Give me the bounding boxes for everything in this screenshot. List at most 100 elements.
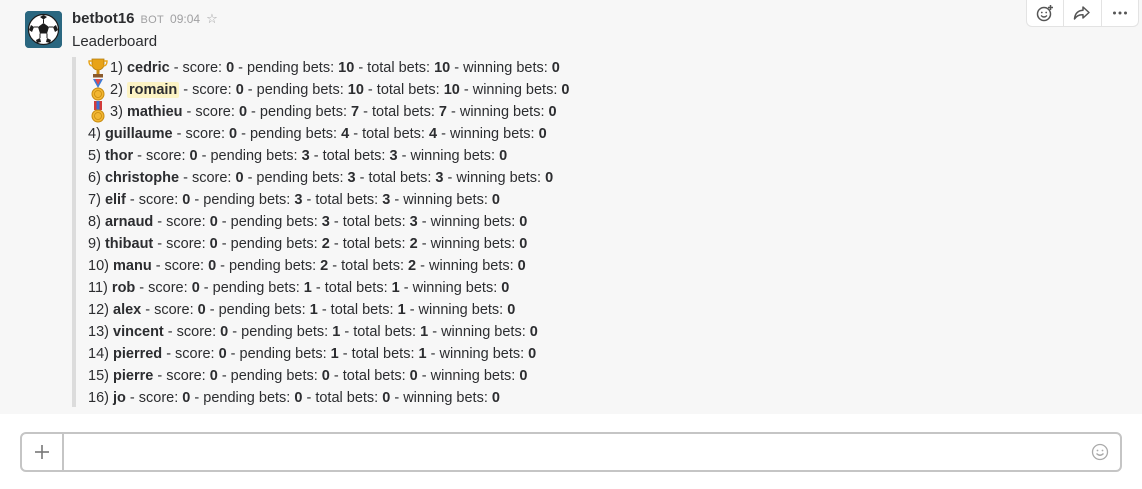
- total-value: 1: [397, 302, 406, 318]
- winning-label: - winning bets:: [399, 280, 502, 296]
- total-label: - total bets:: [317, 302, 398, 318]
- plus-icon: [35, 445, 49, 459]
- total-label: - total bets:: [349, 126, 429, 142]
- pending-label: - pending bets:: [216, 258, 321, 274]
- message-composer: [20, 432, 1122, 472]
- leaderboard-row: 15) pierre - score: 0 - pending bets: 0 …: [88, 365, 527, 387]
- score-label: - score:: [153, 214, 210, 230]
- leaderboard-row: 16) jo - score: 0 - pending bets: 0 - to…: [88, 387, 500, 409]
- score-label: - score:: [135, 280, 192, 296]
- pending-value: 3: [301, 148, 310, 164]
- more-actions-button[interactable]: [1102, 0, 1138, 26]
- score-label: - score:: [162, 346, 219, 362]
- winning-value: 0: [491, 390, 500, 406]
- player-name: mathieu: [126, 104, 183, 120]
- share-button[interactable]: [1064, 0, 1102, 26]
- winning-label: - winning bets:: [426, 346, 529, 362]
- player-name: romain: [126, 82, 180, 98]
- winning-label: - winning bets:: [416, 258, 518, 274]
- total-label: - total bets:: [311, 280, 392, 296]
- winning-value: 0: [499, 148, 508, 164]
- pending-label: - pending bets:: [190, 390, 295, 406]
- winning-label: - winning bets:: [405, 302, 508, 318]
- winning-label: - winning bets:: [437, 126, 539, 142]
- pending-label: - pending bets:: [226, 346, 331, 362]
- pending-value: 3: [347, 170, 356, 186]
- add-attachment-button[interactable]: [22, 434, 64, 470]
- bot-badge: BOT: [140, 14, 165, 26]
- total-label: - total bets:: [328, 258, 409, 274]
- total-label: - total bets:: [359, 104, 439, 120]
- pending-label: - pending bets:: [247, 104, 352, 120]
- winning-label: - winning bets:: [428, 324, 530, 340]
- score-value: 0: [209, 214, 218, 230]
- message-text: Leaderboard: [72, 33, 158, 50]
- score-label: - score:: [179, 170, 236, 186]
- message-actions: [1026, 0, 1139, 27]
- score-value: 0: [226, 60, 235, 76]
- score-label: - score:: [153, 368, 210, 384]
- player-name: cedric: [126, 60, 170, 76]
- score-label: - score:: [169, 60, 227, 76]
- leaderboard-row: 6) christophe - score: 0 - pending bets:…: [88, 167, 553, 189]
- rank: 3): [110, 104, 123, 120]
- winning-value: 0: [519, 368, 528, 384]
- winning-label: - winning bets:: [443, 170, 546, 186]
- pending-label: - pending bets:: [199, 280, 304, 296]
- total-value: 3: [435, 170, 444, 186]
- winning-value: 0: [517, 258, 526, 274]
- total-label: - total bets:: [354, 60, 435, 76]
- player-name: arnaud: [104, 214, 154, 230]
- winning-label: - winning bets:: [417, 236, 520, 252]
- add-reaction-button[interactable]: [1027, 0, 1065, 26]
- sender-name[interactable]: betbot16: [72, 10, 135, 27]
- soccer-ball-icon: [25, 11, 62, 48]
- timestamp[interactable]: 09:04: [170, 12, 200, 26]
- leaderboard-row: 4) guillaume - score: 0 - pending bets: …: [88, 123, 547, 145]
- player-name: christophe: [104, 170, 180, 186]
- total-value: 1: [391, 280, 400, 296]
- bot-avatar[interactable]: [25, 11, 62, 48]
- score-label: - score:: [125, 192, 183, 208]
- message-input[interactable]: [64, 434, 1080, 470]
- winning-value: 0: [507, 302, 516, 318]
- total-value: 1: [420, 324, 429, 340]
- total-label: - total bets:: [329, 368, 410, 384]
- winning-value: 0: [491, 192, 500, 208]
- pending-value: 1: [309, 302, 318, 318]
- score-value: 0: [191, 280, 200, 296]
- rank: 9): [88, 236, 101, 252]
- score-label: - score:: [153, 236, 210, 252]
- total-label: - total bets:: [355, 170, 436, 186]
- total-value: 4: [428, 126, 438, 142]
- leaderboard-row: 2) romain - score: 0 - pending bets: 10 …: [88, 79, 569, 101]
- winning-value: 0: [548, 104, 557, 120]
- score-value: 0: [235, 170, 244, 186]
- score-label: - score:: [133, 148, 190, 164]
- star-icon[interactable]: ☆: [206, 11, 218, 27]
- rank: 1): [110, 60, 123, 76]
- winning-label: - winning bets:: [417, 214, 520, 230]
- total-label: - total bets:: [363, 82, 444, 98]
- leaderboard-row: 14) pierred - score: 0 - pending bets: 1…: [88, 343, 536, 365]
- share-icon: [1074, 6, 1091, 20]
- leaderboard-row: 8) arnaud - score: 0 - pending bets: 3 -…: [88, 211, 527, 233]
- score-label: - score:: [151, 258, 209, 274]
- score-label: - score:: [163, 324, 221, 340]
- total-value: 10: [443, 82, 460, 98]
- winning-value: 0: [519, 214, 528, 230]
- score-value: 0: [197, 302, 206, 318]
- player-name: pierre: [113, 368, 154, 384]
- pending-label: - pending bets:: [217, 368, 322, 384]
- sports-medal-wrapper: [86, 101, 110, 123]
- score-label: - score:: [141, 302, 198, 318]
- pending-label: - pending bets:: [217, 214, 322, 230]
- score-value: 0: [218, 346, 227, 362]
- pending-label: - pending bets:: [243, 170, 348, 186]
- emoji-button[interactable]: [1080, 434, 1120, 470]
- player-name: thor: [104, 148, 134, 164]
- winning-value: 0: [501, 280, 510, 296]
- score-label: - score:: [172, 126, 230, 142]
- score-label: - score:: [125, 390, 183, 406]
- pending-value: 3: [321, 214, 330, 230]
